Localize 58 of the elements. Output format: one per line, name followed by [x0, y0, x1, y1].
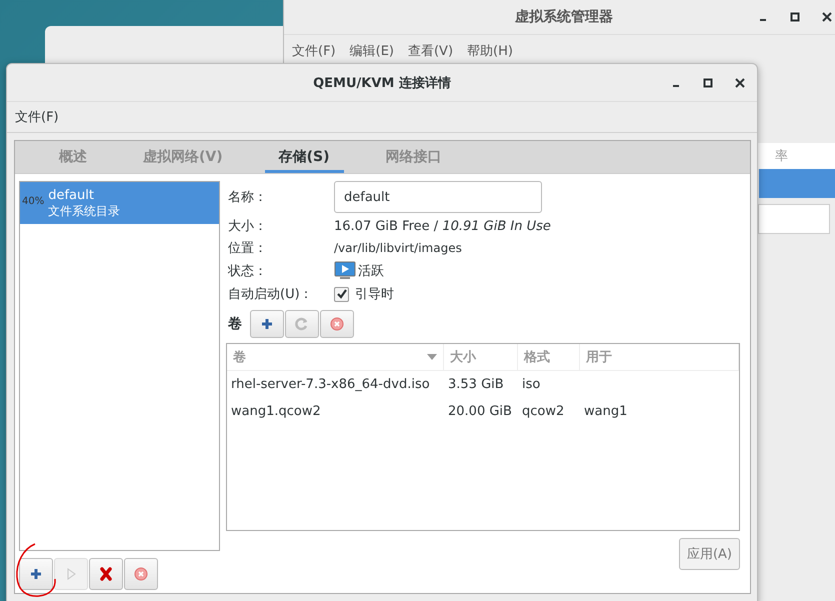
tab[interactable]: 虚拟网络(V)	[129, 141, 237, 173]
panel	[758, 204, 830, 234]
maximize-icon[interactable]	[788, 10, 802, 24]
table-cell-text: wang1.qcow2	[230, 404, 322, 419]
add-button[interactable]	[250, 310, 284, 338]
tab[interactable]: 概述	[45, 141, 101, 173]
start-button[interactable]	[54, 558, 88, 590]
tab[interactable]: 存储(S)	[264, 141, 344, 173]
column-header[interactable]: 卷	[227, 344, 444, 370]
field-label: 名称：	[228, 189, 268, 206]
menu-item[interactable]: 帮助(H)	[467, 42, 513, 60]
pool-name: default	[48, 188, 95, 203]
table-cell-text: qcow2	[521, 404, 566, 419]
close-icon[interactable]	[733, 76, 747, 90]
column-header[interactable]: 格式	[518, 344, 580, 370]
field-label: 状态：	[228, 263, 268, 280]
usage-label: 40%	[22, 196, 44, 207]
sort-caret-icon	[427, 354, 437, 360]
menu-item[interactable]: 文件(F)	[15, 110, 59, 125]
menu-item[interactable]: 查看(V)	[408, 42, 454, 60]
close-icon[interactable]	[820, 10, 834, 24]
add-button[interactable]	[19, 558, 53, 590]
menu-item[interactable]: 编辑(E)	[350, 42, 394, 60]
stop-button[interactable]	[320, 310, 354, 338]
column-header[interactable]: 率	[775, 147, 788, 165]
tab[interactable]: 网络接口	[372, 141, 456, 173]
size-value: 16.07 GiB Free / 10.91 GiB In Use	[334, 218, 552, 234]
location-value: /var/lib/libvirt/images	[334, 241, 463, 255]
pool-type: 文件系统目录	[48, 203, 120, 220]
refresh-icon	[295, 317, 309, 331]
field-label: 大小：	[228, 218, 268, 235]
stop-icon	[134, 567, 148, 581]
table-cell-text: iso	[521, 377, 542, 392]
maximize-icon[interactable]	[701, 76, 715, 90]
checkbox[interactable]	[334, 286, 349, 302]
window-title: 虚拟系统管理器	[515, 8, 613, 26]
name-field[interactable]: default	[334, 181, 542, 213]
delete-button[interactable]	[89, 558, 123, 590]
plus-icon	[260, 317, 274, 331]
column-header[interactable]: 用于	[580, 344, 739, 370]
table-cell-text: rhel-server-7.3-x86_64-dvd.iso	[230, 377, 431, 392]
section-label: 卷	[228, 315, 242, 333]
field-label: 自动启动(U)：	[228, 286, 314, 303]
pool-item[interactable]: 40% default 文件系统目录	[20, 182, 219, 224]
state-value: 活跃	[358, 263, 384, 280]
cross-icon	[99, 567, 113, 581]
column-header[interactable]: 大小	[444, 344, 518, 370]
stop-icon	[330, 317, 344, 331]
menu-item[interactable]: 文件(F)	[292, 42, 336, 60]
table-cell-text: 3.53 GiB	[447, 377, 505, 392]
plus-icon	[29, 567, 43, 581]
stop-button[interactable]	[124, 558, 158, 590]
field-label: 位置：	[228, 240, 268, 257]
table-cell-text: 20.00 GiB	[447, 404, 513, 419]
monitor-play-icon	[334, 261, 356, 281]
table-cell-text: wang1	[583, 404, 628, 419]
checkbox-label: 引导时	[355, 286, 394, 303]
window-title: QEMU/KVM 连接详情	[313, 74, 451, 92]
